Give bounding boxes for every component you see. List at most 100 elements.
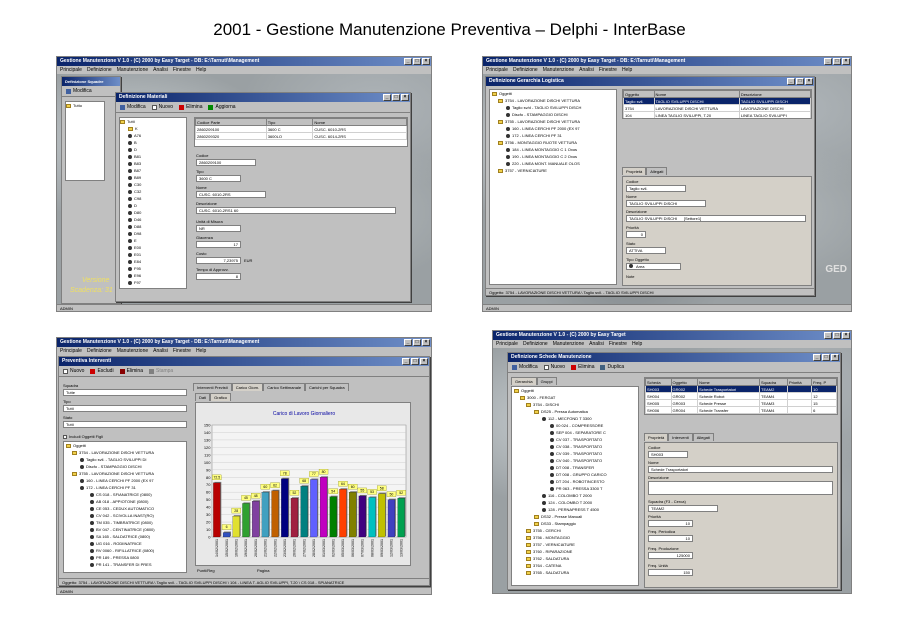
tree-item[interactable]: 128 - PERNAPRESS T 4500	[512, 506, 638, 513]
tree-item[interactable]: Oggetti	[490, 90, 616, 97]
freq-ore-field[interactable]: 150	[648, 569, 693, 576]
table-row[interactable]: 2860209100 3600 C CUSC. 6010-2RS	[195, 125, 407, 133]
menu-help[interactable]: Help	[196, 66, 206, 74]
tree-item[interactable]: Tutto	[66, 102, 104, 109]
tree-item[interactable]: 3755 - LAVORAZIONE DISCHI VETTURA	[64, 470, 186, 477]
tree-item[interactable]: 124 - COLOMBO T 2000	[512, 499, 638, 506]
tree-item[interactable]: 00 024 - COMPRESSORE	[512, 422, 638, 429]
tree-item[interactable]: 3764 - CATENA	[512, 562, 638, 569]
menu-manutenzione[interactable]: Manutenzione	[553, 340, 584, 348]
column-header[interactable]: Descrizione	[738, 90, 811, 98]
maximize-button[interactable]: □	[796, 78, 804, 85]
column-header[interactable]: Squadra	[759, 378, 788, 386]
priorita-field[interactable]: 10	[648, 520, 693, 527]
menu-help[interactable]: Help	[632, 340, 642, 348]
column-header[interactable]: Codice Parte	[195, 118, 267, 126]
nome-field[interactable]: CUSC. 6010-2RS	[196, 191, 266, 198]
tree-item[interactable]: 3754 - DISCHI	[512, 401, 638, 408]
tree-item[interactable]: DS25 - Pressa Automatica	[512, 408, 638, 415]
column-header[interactable]: Nome	[653, 90, 740, 98]
tree-item[interactable]: PR 063 - PRESSA 3300 T	[512, 485, 638, 492]
maximize-button[interactable]: □	[822, 354, 830, 361]
tree-item[interactable]: F95	[120, 265, 186, 272]
tab-allegati[interactable]: Allegati	[646, 167, 668, 175]
tree-item[interactable]: F97	[120, 279, 186, 286]
tree-item[interactable]: B87	[120, 167, 186, 174]
tree-item[interactable]: C98	[120, 195, 186, 202]
minimize-button[interactable]: _	[404, 339, 412, 346]
menu-definizione[interactable]: Definizione	[87, 347, 112, 355]
tree-item[interactable]: E96	[120, 272, 186, 279]
include-children-checkbox[interactable]: Includi Oggetti Figli	[63, 434, 103, 439]
minimize-button[interactable]: _	[824, 58, 832, 65]
nome-field[interactable]: Schede Trasportatori	[648, 466, 833, 473]
column-header[interactable]: Nome	[697, 378, 760, 386]
descrizione-field[interactable]: CUSC. 6010-2RS1 60	[196, 207, 396, 214]
tab-proprieta[interactable]: Proprietà	[622, 167, 647, 175]
maximize-button[interactable]: □	[833, 58, 841, 65]
menu-help[interactable]: Help	[622, 66, 632, 74]
menu-finestre[interactable]: Finestre	[173, 66, 191, 74]
tree-item[interactable]: C30	[120, 181, 186, 188]
nome-field[interactable]: TAGLIO SVILUPPI DISCHI	[626, 200, 706, 207]
nuovo-button[interactable]: Nuovo	[151, 104, 173, 110]
tree-root[interactable]: Tutti	[120, 118, 186, 125]
tree-item[interactable]: CV 038 - TRASPORTATO	[512, 443, 638, 450]
elimina-button[interactable]: Elimina	[179, 104, 202, 110]
minimize-button[interactable]: _	[404, 58, 412, 65]
menu-principale[interactable]: Principale	[496, 340, 518, 348]
close-button[interactable]: ×	[401, 94, 409, 101]
column-header[interactable]: Freq. P	[811, 378, 837, 386]
maximize-button[interactable]: □	[833, 332, 841, 339]
squadre-tree[interactable]: Tutto	[65, 101, 105, 181]
maximize-button[interactable]: □	[411, 358, 419, 365]
tree-item[interactable]: DT 008 - TRANSFER	[512, 464, 638, 471]
menu-finestre[interactable]: Finestre	[609, 340, 627, 348]
stato-select[interactable]: Tutti	[63, 421, 187, 428]
menu-manutenzione[interactable]: Manutenzione	[117, 347, 148, 355]
schede-grid[interactable]: Scheda Oggetto Nome Squadra Priorità Fre…	[644, 377, 838, 415]
table-row[interactable]: SH006 GR004 Schede Transfer TEAM4 6	[645, 406, 837, 414]
tree-item[interactable]: Oggetti	[64, 442, 186, 449]
tab-gruppi[interactable]: Gruppi	[536, 377, 557, 385]
tree-item[interactable]: 160 - LINEA CERCHI PF 2000 (EX 97	[64, 477, 186, 484]
unita-field[interactable]: NR	[196, 225, 241, 232]
menu-help[interactable]: Help	[196, 347, 206, 355]
tree-item[interactable]: Taglio svil. - TAGLIO SVILUPPI DI	[64, 456, 186, 463]
tree-item[interactable]: 3765 - SALDATURA	[512, 569, 638, 576]
priorita-field[interactable]: 0	[626, 231, 646, 238]
tab-allegati[interactable]: Allegati	[692, 433, 714, 441]
tree-item[interactable]: 116 - COLOMBO T 2000	[512, 492, 638, 499]
close-button[interactable]: ×	[422, 58, 430, 65]
table-row[interactable]: 3754 LAVORAZIONE DISCHI VETTURA LAVORAZION…	[623, 104, 811, 112]
column-header[interactable]: Tipo	[265, 118, 314, 126]
minimize-button[interactable]: _	[824, 332, 832, 339]
tree-item[interactable]: E00	[120, 244, 186, 251]
tree-item[interactable]: D80	[120, 209, 186, 216]
tipo-select[interactable]: Tutti	[63, 405, 187, 412]
codice-field[interactable]: 2860209100	[196, 159, 256, 166]
tree-item[interactable]: B89	[120, 174, 186, 181]
menu-finestre[interactable]: Finestre	[599, 66, 617, 74]
tree-item[interactable]: 3000 - FERGAT	[512, 394, 638, 401]
close-button[interactable]: ×	[420, 358, 428, 365]
tree-item[interactable]: 3756 - MONTAGGIO RUOTE VETTURA	[490, 139, 616, 146]
minimize-button[interactable]: _	[813, 354, 821, 361]
column-header[interactable]: Oggetto	[670, 378, 699, 386]
tree-item[interactable]: K	[120, 125, 186, 132]
tree-item[interactable]: CV 040 - TRASPORTATO	[512, 457, 638, 464]
materiali-grid[interactable]: Codice Parte Tipo Nome 2860209100 3600 C CUS…	[194, 117, 408, 147]
tree-item[interactable]: 160 - LINEA CERCHI PF 2000 (EX 97	[490, 125, 616, 132]
nuovo-button[interactable]: Nuovo	[543, 364, 565, 370]
tree-item[interactable]: Discfo - STAMPAGGIO DISCHI	[490, 111, 616, 118]
tempo-field[interactable]: 8	[196, 273, 241, 280]
tree-item[interactable]: D	[120, 202, 186, 209]
tree-item[interactable]: D	[120, 146, 186, 153]
tree-item[interactable]: Taglio sv/d - TAGLIO SVILUPPI DISCH	[490, 104, 616, 111]
tree-item[interactable]: D46	[120, 216, 186, 223]
costo-field[interactable]: 7,23975	[196, 257, 241, 264]
giacenza-field[interactable]: 17	[196, 241, 241, 248]
table-row[interactable]: SH003 GR002 Schede Trasportatori TEAM2 10	[645, 385, 837, 393]
menu-manutenzione[interactable]: Manutenzione	[543, 66, 574, 74]
menu-principale[interactable]: Principale	[60, 66, 82, 74]
